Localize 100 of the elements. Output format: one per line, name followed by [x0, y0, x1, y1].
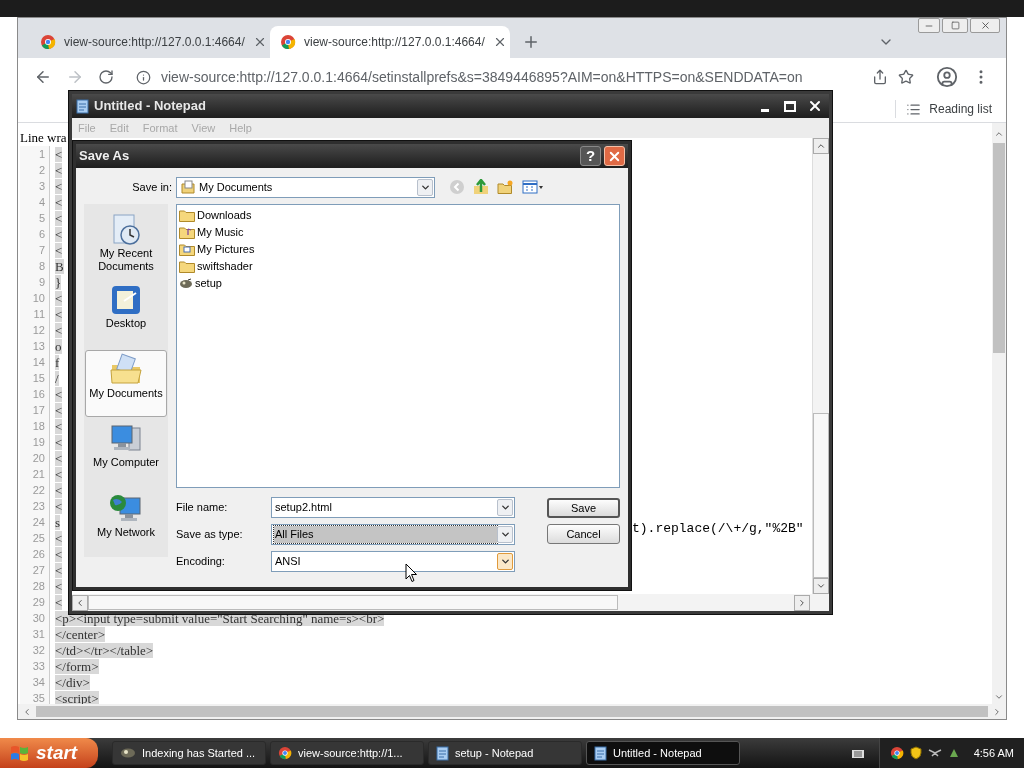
- dropdown-arrow-button[interactable]: [417, 178, 433, 196]
- places-item[interactable]: My Documents: [85, 349, 167, 418]
- encoding-dropdown[interactable]: ANSI: [271, 551, 515, 572]
- bookmark-star-icon[interactable]: [898, 69, 914, 85]
- horizontal-scrollbar[interactable]: [18, 704, 1006, 719]
- url-text: view-source:http://127.0.0.1:4664/setinstallprefs&s=3849446895?AIM=on&HTTPS=on&SENDDATA=on: [161, 67, 803, 87]
- scrollbar-thumb[interactable]: [813, 413, 829, 578]
- folder-entry[interactable]: My Music: [179, 224, 246, 241]
- vertical-scrollbar[interactable]: [812, 138, 829, 594]
- folder-entry[interactable]: setup: [179, 275, 224, 292]
- chevron-left-icon: [75, 597, 85, 608]
- new-folder-icon[interactable]: [497, 180, 514, 194]
- line-number: 30: [20, 610, 50, 626]
- view-menu-icon[interactable]: [522, 180, 544, 194]
- scroll-up-button[interactable]: [813, 138, 829, 154]
- line-number: 24: [20, 514, 50, 530]
- restore-button[interactable]: [942, 18, 968, 33]
- places-item[interactable]: My Network: [85, 489, 167, 557]
- mouse-cursor-icon: [405, 563, 418, 583]
- chrome-logo-icon: [280, 34, 296, 50]
- places-item[interactable]: My Computer: [85, 419, 167, 488]
- notepad-icon: [76, 98, 89, 114]
- line-number: 20: [20, 450, 50, 466]
- line-number: 18: [20, 418, 50, 434]
- dialog-title: Save As: [79, 147, 130, 166]
- field-value: ANSI: [275, 556, 301, 567]
- save-button[interactable]: Save: [547, 498, 620, 518]
- reading-list-button[interactable]: Reading list: [895, 100, 992, 118]
- maximize-icon: [784, 100, 796, 112]
- scrollbar-thumb[interactable]: [88, 595, 618, 610]
- line-number: 31: [20, 626, 50, 642]
- new-tab-icon[interactable]: [522, 33, 540, 51]
- places-item[interactable]: Desktop: [85, 279, 167, 348]
- taskbar-button[interactable]: Untitled - Notepad: [586, 741, 740, 765]
- chrome-logo-icon: [40, 34, 56, 50]
- shield-icon[interactable]: [909, 746, 922, 760]
- chevron-down-icon: [499, 556, 511, 567]
- help-button[interactable]: ?: [580, 146, 601, 166]
- field-value: All Files: [275, 529, 314, 540]
- vertical-scrollbar[interactable]: [992, 123, 1006, 704]
- scroll-right-button[interactable]: [794, 594, 810, 611]
- line-number: 28: [20, 578, 50, 594]
- scroll-left-button[interactable]: [72, 594, 88, 611]
- taskbar-button[interactable]: Indexing has Started ...: [112, 741, 266, 765]
- app-icon: [120, 747, 136, 759]
- line-number: 3: [20, 178, 50, 194]
- browser-tab[interactable]: view-source:http://127.0.0.1:4664/: [270, 26, 510, 58]
- scroll-up-icon[interactable]: [994, 129, 1004, 139]
- restore-icon: [950, 21, 960, 30]
- chevron-right-icon: [797, 597, 807, 608]
- network-icon[interactable]: [927, 747, 942, 759]
- back-icon[interactable]: [34, 68, 52, 86]
- tray-app-icon[interactable]: [947, 747, 960, 759]
- chrome-logo-icon: [278, 746, 292, 760]
- save-in-dropdown[interactable]: My Documents: [176, 176, 435, 198]
- chevron-down-icon: [816, 581, 826, 591]
- info-icon[interactable]: [136, 69, 151, 85]
- folder-icon: [179, 209, 195, 222]
- places-item[interactable]: My Recent Documents: [85, 210, 167, 278]
- scrollbar-thumb[interactable]: [36, 706, 988, 717]
- folder-entry[interactable]: Downloads: [179, 207, 254, 224]
- save-in-value: My Documents: [199, 179, 274, 195]
- share-icon[interactable]: [872, 69, 888, 85]
- line-number: 9: [20, 274, 50, 290]
- reload-icon[interactable]: [98, 69, 114, 85]
- line-number: 35: [20, 690, 50, 704]
- scroll-down-icon[interactable]: [994, 692, 1004, 702]
- file-type-dropdown[interactable]: All Files: [271, 524, 515, 545]
- profile-icon[interactable]: [936, 66, 958, 88]
- dropdown-arrow-button[interactable]: [497, 499, 513, 516]
- chevron-up-icon: [816, 141, 826, 151]
- line-number: 11: [20, 306, 50, 322]
- scroll-left-icon[interactable]: [22, 706, 32, 717]
- scrollbar-thumb[interactable]: [993, 143, 1005, 353]
- folder-icon: [179, 260, 195, 273]
- forward-icon[interactable]: [66, 68, 84, 86]
- horizontal-scrollbar[interactable]: [72, 594, 829, 611]
- up-folder-icon[interactable]: [473, 179, 489, 195]
- dropdown-arrow-button[interactable]: [497, 553, 513, 570]
- line-number: 14: [20, 354, 50, 370]
- folder-entry[interactable]: My Pictures: [179, 241, 257, 258]
- line-number: 1: [20, 146, 50, 162]
- line-number: 34: [20, 674, 50, 690]
- scroll-down-button[interactable]: [813, 578, 829, 594]
- line-number: 33: [20, 658, 50, 674]
- folder-entry[interactable]: swiftshader: [179, 258, 255, 275]
- scroll-right-icon[interactable]: [992, 706, 1002, 717]
- file-name-field[interactable]: setup2.html: [271, 497, 515, 518]
- tab-title: view-source:http://127.0.0.1:4664/: [304, 34, 485, 51]
- cancel-button[interactable]: Cancel: [547, 524, 620, 544]
- keyboard-icon[interactable]: [850, 747, 865, 759]
- taskbar-button[interactable]: setup - Notepad: [428, 741, 582, 765]
- reading-list-icon: [906, 101, 922, 117]
- start-button[interactable]: start: [0, 738, 98, 768]
- open-folder-icon: [109, 352, 143, 387]
- line-number: 25: [20, 530, 50, 546]
- line-number: 5: [20, 210, 50, 226]
- close-icon: [807, 98, 823, 114]
- taskbar-button[interactable]: view-source:http://1...: [270, 741, 424, 765]
- dropdown-arrow-button[interactable]: [497, 526, 513, 543]
